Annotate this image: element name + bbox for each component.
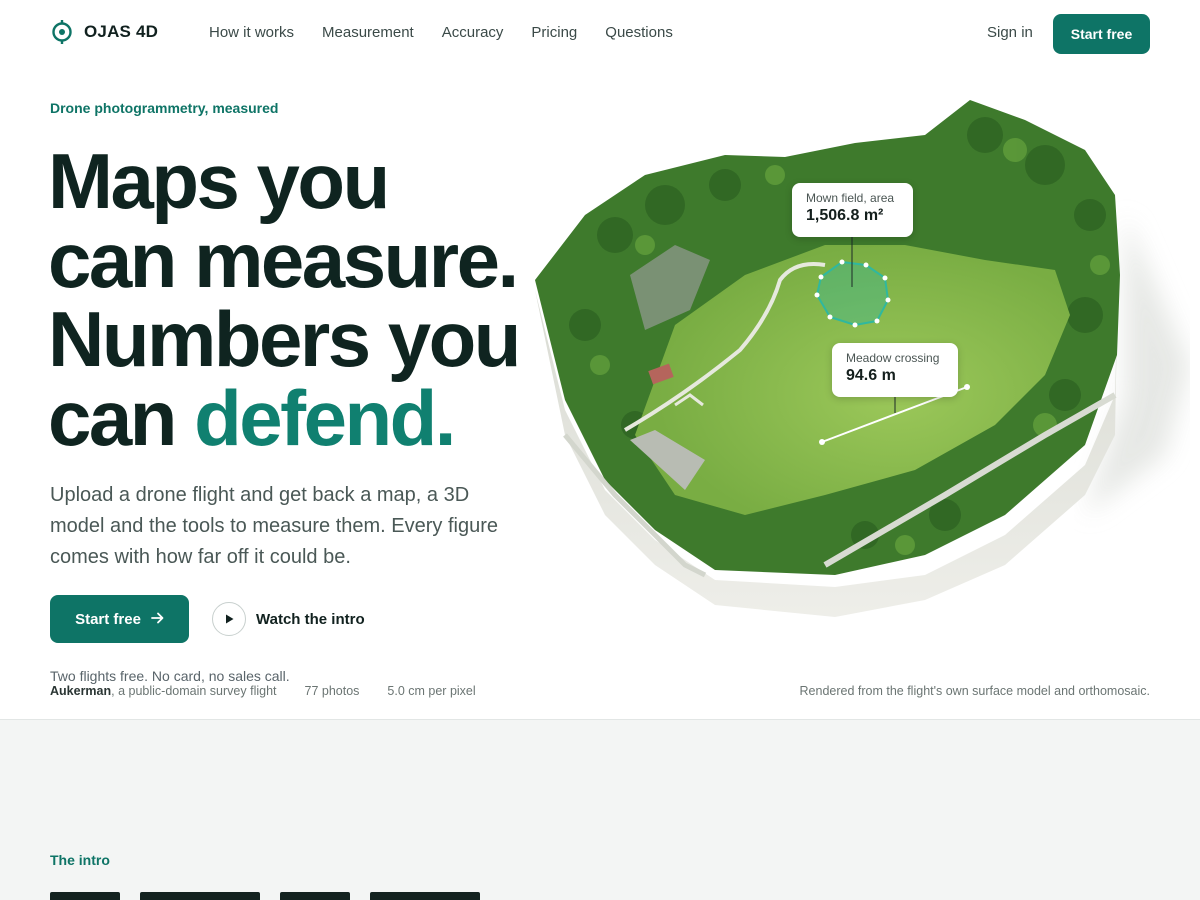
flight-name: Aukerman: [50, 684, 112, 698]
nav-link-how-it-works[interactable]: How it works: [209, 24, 294, 41]
nav-link-measurement[interactable]: Measurement: [322, 24, 414, 41]
headline-line-2: can measure.: [48, 216, 519, 304]
render-note: Rendered from the flight's own surface m…: [799, 684, 1150, 698]
flight-photos: 77 photos: [304, 684, 360, 698]
area-callout-label: Mown field, area: [806, 191, 895, 205]
intro-heading-clipped: [50, 892, 480, 900]
flight-source: Aukerman, a public-domain survey flight: [50, 684, 277, 698]
sign-in-link[interactable]: Sign in: [987, 24, 1033, 41]
hero-start-free-button[interactable]: Start free: [50, 595, 189, 643]
nav-link-accuracy[interactable]: Accuracy: [442, 24, 504, 41]
headline-line-4: can: [48, 374, 195, 462]
top-nav: OJAS 4D How it works Measurement Accurac…: [0, 0, 1200, 68]
area-callout: Mown field, area 1,506.8 m²: [792, 183, 913, 237]
brand-name: OJAS 4D: [84, 22, 159, 41]
flight-description: , a public-domain survey flight: [111, 684, 277, 698]
hero-fine-print: Two flights free. No card, no sales call…: [50, 668, 290, 684]
intro-section: The intro: [0, 720, 1200, 900]
hero-start-free-label: Start free: [75, 610, 141, 628]
arrow-right-icon: [151, 611, 164, 628]
brand-logo[interactable]: OJAS 4D: [50, 20, 158, 44]
headline-line-1: Maps you: [48, 137, 390, 225]
hero-eyebrow: Drone photogrammetry, measured: [50, 100, 279, 116]
nav-start-free-button[interactable]: Start free: [1053, 14, 1150, 54]
nav-link-questions[interactable]: Questions: [605, 24, 673, 41]
flight-resolution: 5.0 cm per pixel: [387, 684, 476, 698]
distance-callout: Meadow crossing 94.6 m: [832, 343, 958, 397]
play-icon[interactable]: [212, 602, 246, 636]
distance-callout-label: Meadow crossing: [846, 351, 940, 365]
headline-accent: defend.: [194, 374, 456, 462]
watch-intro-label: Watch the intro: [256, 610, 365, 628]
distance-callout-value: 94.6 m: [846, 367, 896, 384]
hero-headline: Maps you can measure. Numbers you can de…: [48, 142, 568, 458]
crosshair-logo-icon: [50, 20, 74, 44]
intro-eyebrow: The intro: [50, 852, 110, 868]
nav-links: How it works Measurement Accuracy Pricin…: [209, 24, 673, 41]
flight-meta: Aukerman, a public-domain survey flight …: [50, 684, 476, 698]
terrain-model-visual[interactable]: Mown field, area 1,506.8 m² Meadow cross…: [525, 95, 1190, 630]
hero-subhead: Upload a drone flight and get back a map…: [50, 484, 499, 568]
watch-intro-button[interactable]: Watch the intro: [212, 602, 365, 636]
nav-link-pricing[interactable]: Pricing: [531, 24, 577, 41]
headline-line-3: Numbers you: [48, 295, 521, 383]
area-callout-value: 1,506.8 m²: [806, 207, 884, 224]
